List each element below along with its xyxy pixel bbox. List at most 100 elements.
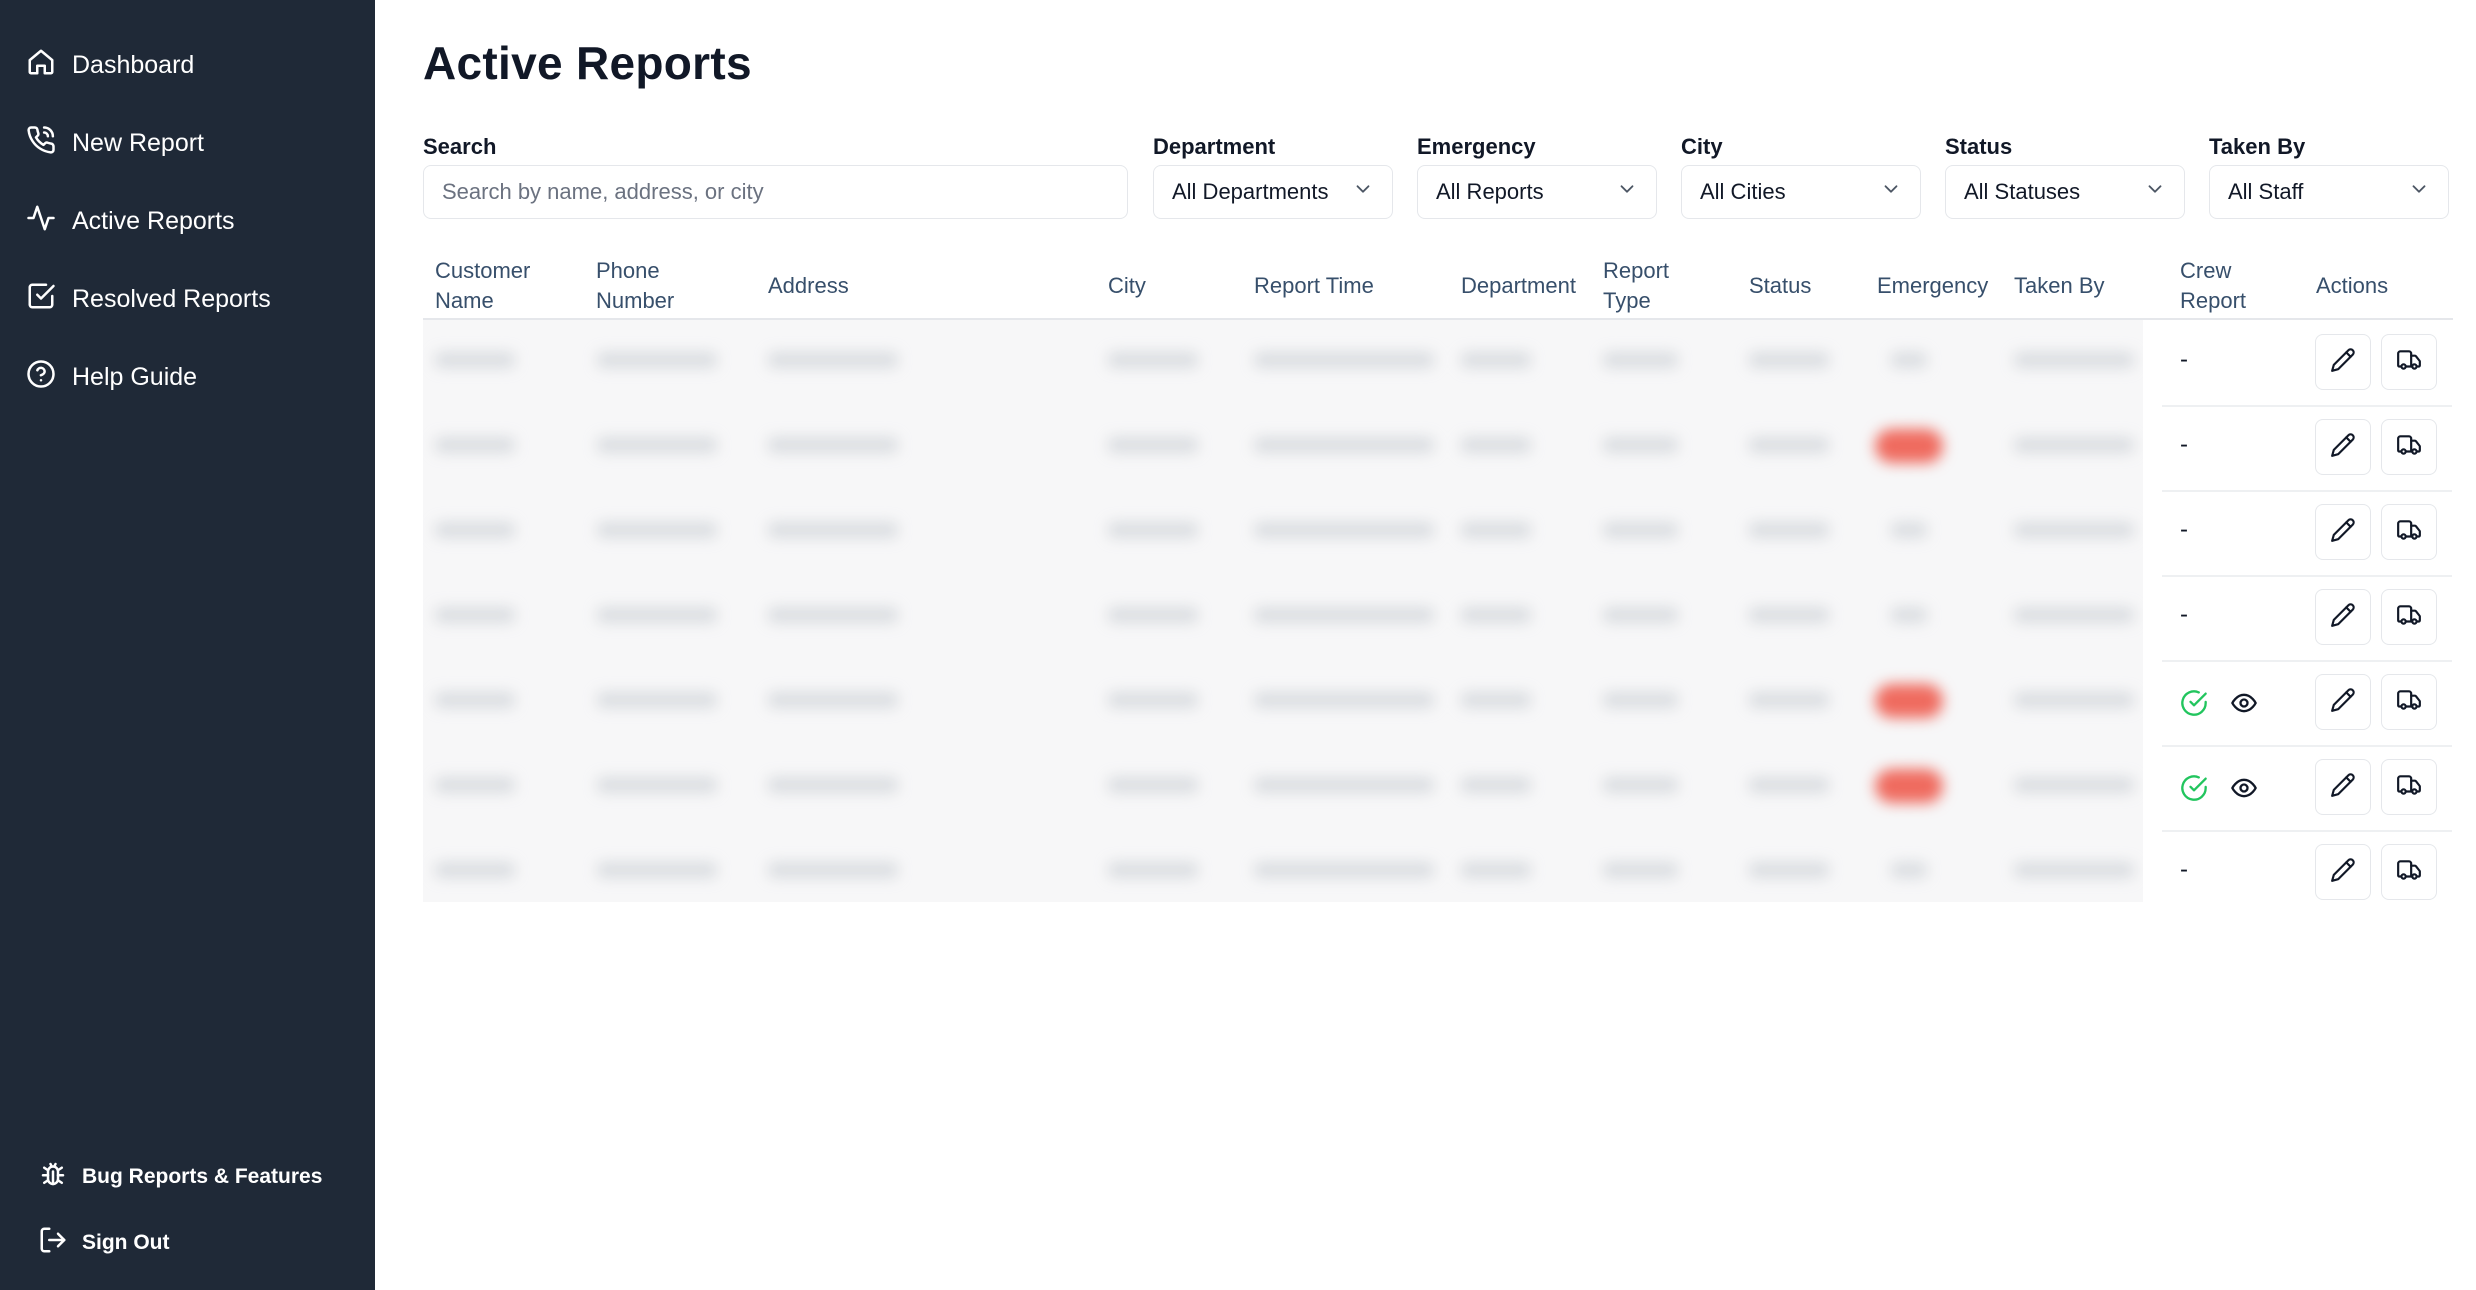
col-address[interactable]: Address bbox=[768, 271, 849, 301]
blurred-cell bbox=[1108, 522, 1198, 538]
check-circle-icon bbox=[2180, 774, 2208, 802]
dispatch-crew-button[interactable] bbox=[2381, 759, 2437, 815]
edit-report-button[interactable] bbox=[2315, 334, 2371, 390]
edit-report-button[interactable] bbox=[2315, 504, 2371, 560]
status-select[interactable]: All Statuses bbox=[1945, 165, 2185, 219]
dispatch-crew-button[interactable] bbox=[2381, 334, 2437, 390]
pencil-icon bbox=[2330, 517, 2356, 548]
check-circle-icon bbox=[2180, 689, 2208, 717]
col-status[interactable]: Status bbox=[1749, 271, 1811, 301]
truck-icon bbox=[2396, 602, 2422, 633]
col-taken-by[interactable]: Taken By bbox=[2014, 271, 2105, 301]
blurred-cell bbox=[2014, 607, 2134, 623]
blurred-cell bbox=[1254, 522, 1434, 538]
dispatch-crew-button[interactable] bbox=[2381, 674, 2437, 730]
blurred-cell bbox=[1749, 607, 1829, 623]
blurred-cell bbox=[2014, 692, 2134, 708]
bug-icon bbox=[38, 1159, 68, 1195]
blurred-cell bbox=[1108, 607, 1198, 623]
col-customer-name[interactable]: Customer Name bbox=[435, 256, 530, 316]
dispatch-crew-button[interactable] bbox=[2381, 504, 2437, 560]
department-select[interactable]: All Departments bbox=[1153, 165, 1393, 219]
pencil-icon bbox=[2330, 602, 2356, 633]
crew-report-empty: - bbox=[2180, 516, 2188, 543]
truck-icon bbox=[2396, 772, 2422, 803]
pencil-icon bbox=[2330, 687, 2356, 718]
sidebar: Dashboard New Report Active Reports Reso… bbox=[0, 0, 375, 1290]
status-label: Status bbox=[1945, 134, 2013, 159]
sign-out-button[interactable]: Sign Out bbox=[38, 1223, 170, 1263]
row-divider bbox=[2162, 830, 2452, 832]
nav-active-reports[interactable]: Active Reports bbox=[26, 199, 235, 243]
blurred-cell bbox=[597, 862, 717, 878]
col-report-time[interactable]: Report Time bbox=[1254, 271, 1374, 301]
page-title: Active Reports bbox=[423, 37, 752, 89]
edit-report-button[interactable] bbox=[2315, 844, 2371, 900]
blurred-table-data bbox=[423, 320, 2143, 902]
blurred-cell bbox=[435, 522, 515, 538]
col-customer-name-line2: Name bbox=[435, 288, 494, 313]
col-report-type-line1: Report bbox=[1603, 258, 1670, 283]
taken-by-label: Taken By bbox=[2209, 134, 2306, 159]
edit-report-button[interactable] bbox=[2315, 759, 2371, 815]
sign-out-label: Sign Out bbox=[82, 1231, 170, 1254]
truck-icon bbox=[2396, 687, 2422, 718]
nav-help-guide[interactable]: Help Guide bbox=[26, 355, 197, 399]
col-crew-report[interactable]: Crew Report bbox=[2180, 256, 2246, 316]
blurred-cell bbox=[1891, 522, 1927, 538]
truck-icon bbox=[2396, 347, 2422, 378]
dispatch-crew-button[interactable] bbox=[2381, 844, 2437, 900]
blurred-cell bbox=[1461, 862, 1531, 878]
blurred-content bbox=[423, 320, 2143, 902]
blurred-cell bbox=[768, 607, 898, 623]
blurred-cell bbox=[1461, 777, 1531, 793]
help-circle-icon bbox=[26, 359, 56, 396]
blurred-cell bbox=[768, 862, 898, 878]
bug-reports-link[interactable]: Bug Reports & Features bbox=[38, 1157, 322, 1197]
view-crew-report-icon[interactable] bbox=[2230, 774, 2258, 802]
pencil-icon bbox=[2330, 772, 2356, 803]
blurred-cell bbox=[1461, 607, 1531, 623]
edit-report-button[interactable] bbox=[2315, 419, 2371, 475]
nav-resolved-reports[interactable]: Resolved Reports bbox=[26, 277, 271, 321]
nav-new-report-label: New Report bbox=[72, 128, 204, 157]
nav-dashboard[interactable]: Dashboard bbox=[26, 43, 194, 87]
blurred-cell bbox=[2014, 437, 2134, 453]
col-report-type[interactable]: Report Type bbox=[1603, 256, 1669, 316]
pencil-icon bbox=[2330, 432, 2356, 463]
blurred-cell bbox=[597, 352, 717, 368]
blurred-cell bbox=[768, 522, 898, 538]
nav-help-guide-label: Help Guide bbox=[72, 362, 198, 391]
view-crew-report-icon[interactable] bbox=[2230, 689, 2258, 717]
blurred-cell bbox=[1891, 352, 1927, 368]
taken-by-select[interactable]: All Staff bbox=[2209, 165, 2449, 219]
blurred-cell bbox=[1108, 862, 1198, 878]
blurred-cell bbox=[435, 777, 515, 793]
col-emergency[interactable]: Emergency bbox=[1877, 271, 1988, 301]
search-input[interactable] bbox=[423, 165, 1128, 219]
emergency-select[interactable]: All Reports bbox=[1417, 165, 1657, 219]
city-select[interactable]: All Cities bbox=[1681, 165, 1921, 219]
blurred-cell bbox=[1254, 777, 1434, 793]
row-divider bbox=[2162, 490, 2452, 492]
row-divider bbox=[2162, 405, 2452, 407]
dispatch-crew-button[interactable] bbox=[2381, 589, 2437, 645]
chevron-down-icon bbox=[2408, 178, 2430, 206]
col-phone-line2: Number bbox=[596, 288, 675, 313]
col-phone-number[interactable]: Phone Number bbox=[596, 256, 674, 316]
blurred-cell bbox=[768, 352, 898, 368]
blurred-cell bbox=[1603, 692, 1678, 708]
nav-new-report[interactable]: New Report bbox=[26, 121, 204, 165]
emergency-label: Emergency bbox=[1417, 134, 1536, 159]
blurred-cell bbox=[1254, 607, 1434, 623]
edit-report-button[interactable] bbox=[2315, 674, 2371, 730]
blurred-cell bbox=[1603, 352, 1678, 368]
dispatch-crew-button[interactable] bbox=[2381, 419, 2437, 475]
col-phone-line1: Phone bbox=[596, 258, 660, 283]
chevron-down-icon bbox=[1880, 178, 1902, 206]
edit-report-button[interactable] bbox=[2315, 589, 2371, 645]
blurred-cell bbox=[1108, 692, 1198, 708]
col-department[interactable]: Department bbox=[1461, 271, 1576, 301]
col-city[interactable]: City bbox=[1108, 271, 1146, 301]
blurred-cell bbox=[1254, 352, 1434, 368]
